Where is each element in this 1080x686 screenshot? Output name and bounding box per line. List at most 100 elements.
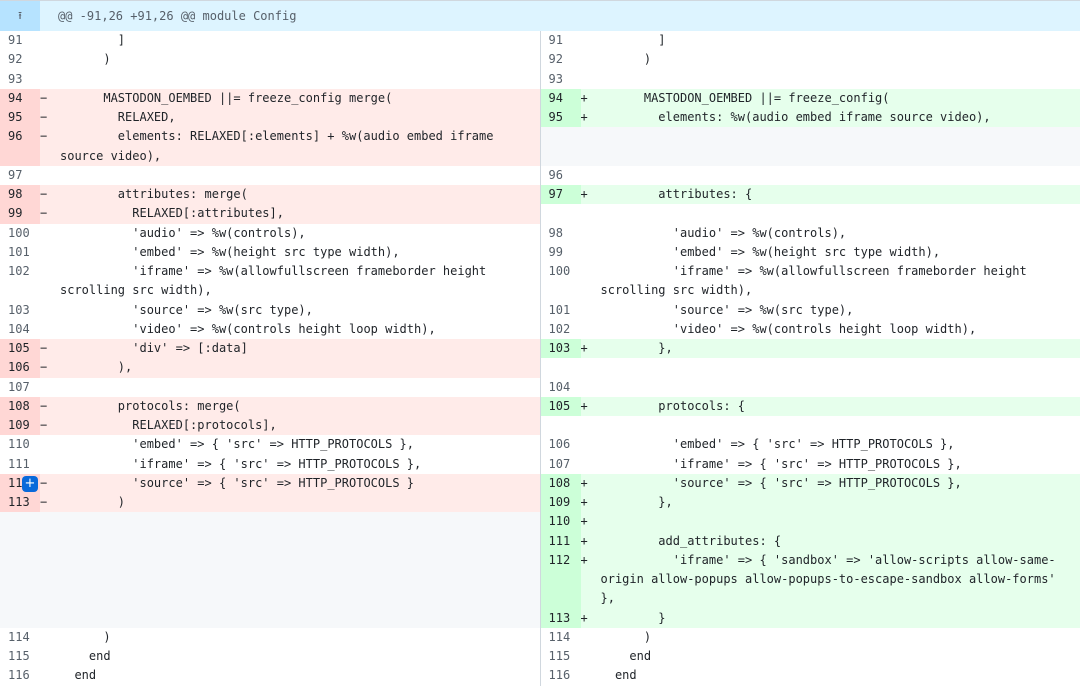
line-number[interactable]: 95 — [541, 108, 581, 127]
line-number[interactable]: 115 — [0, 647, 40, 666]
add-comment-icon[interactable]: + — [22, 476, 38, 492]
diff-line: 102 'iframe' => %w(allowfullscreen frame… — [0, 262, 540, 301]
line-number[interactable]: 102 — [541, 320, 581, 339]
diff-line: 109+ }, — [541, 493, 1080, 512]
line-number[interactable]: 111 — [0, 455, 40, 474]
code-text: ) — [60, 628, 540, 647]
line-number[interactable]: 98 — [541, 224, 581, 243]
code-text: protocols: { — [601, 397, 1080, 416]
line-number[interactable]: 99 — [0, 204, 40, 223]
hunk-header: ⭱ @@ -91,26 +91,26 @@ module Config — [0, 0, 1080, 31]
diff-sign — [581, 224, 601, 243]
line-number[interactable]: 91 — [0, 31, 40, 50]
line-number[interactable]: 104 — [0, 320, 40, 339]
line-number[interactable]: 105 — [541, 397, 581, 416]
line-number[interactable]: 96 — [541, 166, 581, 185]
line-number[interactable]: 116 — [541, 666, 581, 685]
diff-sign — [40, 512, 60, 531]
line-number[interactable]: 97 — [541, 185, 581, 204]
code-text — [601, 512, 1080, 531]
line-number[interactable]: 111 — [541, 532, 581, 551]
line-number[interactable]: 94 — [0, 89, 40, 108]
diff-sign: + — [581, 532, 601, 551]
diff-sign — [581, 243, 601, 262]
line-number[interactable]: 104 — [541, 378, 581, 397]
line-number[interactable]: 101 — [0, 243, 40, 262]
line-number[interactable]: 100 — [0, 224, 40, 243]
line-number[interactable]: 112 — [541, 551, 581, 609]
line-number[interactable]: 106 — [0, 358, 40, 377]
line-number[interactable]: 92 — [0, 50, 40, 69]
diff-line: 96 — [541, 166, 1080, 185]
diff-line: 94− MASTODON_OEMBED ||= freeze_config me… — [0, 89, 540, 108]
line-number[interactable] — [541, 127, 581, 166]
line-number[interactable]: 108 — [541, 474, 581, 493]
line-number[interactable]: 103 — [0, 301, 40, 320]
diff-line: 108− protocols: merge( — [0, 397, 540, 416]
line-number[interactable]: 91 — [541, 31, 581, 50]
line-number[interactable] — [541, 204, 581, 223]
diff-line: 97 — [0, 166, 540, 185]
line-number[interactable] — [0, 570, 40, 609]
line-number[interactable] — [0, 551, 40, 570]
line-number[interactable]: 102 — [0, 262, 40, 301]
diff-line: 92 ) — [0, 50, 540, 69]
line-number[interactable]: 114 — [541, 628, 581, 647]
diff-sign — [581, 204, 601, 223]
line-number[interactable]: 99 — [541, 243, 581, 262]
line-number[interactable]: 103 — [541, 339, 581, 358]
diff-sign — [581, 647, 601, 666]
line-number[interactable]: 106 — [541, 435, 581, 454]
diff-sign: + — [581, 397, 601, 416]
diff-sign — [40, 243, 60, 262]
line-number[interactable] — [541, 416, 581, 435]
line-number[interactable]: 105 — [0, 339, 40, 358]
line-number[interactable]: 109 — [541, 493, 581, 512]
line-number[interactable]: 110 — [0, 435, 40, 454]
diff-line: 97+ attributes: { — [541, 185, 1080, 204]
line-number[interactable]: 112+ — [0, 474, 40, 493]
line-number[interactable]: 93 — [541, 70, 581, 89]
diff-line — [541, 416, 1080, 435]
line-number[interactable]: 92 — [541, 50, 581, 69]
line-number[interactable]: 115 — [541, 647, 581, 666]
line-number[interactable]: 98 — [0, 185, 40, 204]
line-number[interactable]: 95 — [0, 108, 40, 127]
line-number[interactable] — [541, 358, 581, 377]
line-number[interactable]: 113 — [0, 493, 40, 512]
code-text: ) — [60, 493, 540, 512]
line-number[interactable]: 114 — [0, 628, 40, 647]
line-number[interactable] — [0, 532, 40, 551]
diff-line: 95+ elements: %w(audio embed iframe sour… — [541, 108, 1080, 127]
line-number[interactable]: 97 — [0, 166, 40, 185]
line-number[interactable]: 116 — [0, 666, 40, 685]
line-number[interactable]: 108 — [0, 397, 40, 416]
line-number[interactable]: 101 — [541, 301, 581, 320]
line-number[interactable]: 94 — [541, 89, 581, 108]
line-number[interactable]: 96 — [0, 127, 40, 166]
code-text: add_attributes: { — [601, 532, 1080, 551]
diff-line: 104 — [541, 378, 1080, 397]
code-text: elements: RELAXED[:elements] + %w(audio … — [60, 127, 540, 166]
diff-sign — [40, 50, 60, 69]
line-number[interactable]: 113 — [541, 609, 581, 628]
line-number[interactable]: 100 — [541, 262, 581, 301]
line-number[interactable] — [0, 609, 40, 628]
diff-sign — [581, 166, 601, 185]
diff-sign: − — [40, 416, 60, 435]
expand-up-icon[interactable]: ⭱ — [0, 1, 40, 31]
line-number[interactable]: 110 — [541, 512, 581, 531]
hunk-header-text: @@ -91,26 +91,26 @@ module Config — [40, 9, 296, 23]
diff-line: 111 'iframe' => { 'src' => HTTP_PROTOCOL… — [0, 455, 540, 474]
diff-line: 101 'source' => %w(src type), — [541, 301, 1080, 320]
line-number[interactable]: 109 — [0, 416, 40, 435]
line-number[interactable] — [0, 512, 40, 531]
line-number[interactable]: 93 — [0, 70, 40, 89]
code-text — [60, 551, 540, 570]
line-number[interactable]: 107 — [541, 455, 581, 474]
code-text: ), — [60, 358, 540, 377]
code-text: 'video' => %w(controls height loop width… — [601, 320, 1080, 339]
diff-line: 112+ 'iframe' => { 'sandbox' => 'allow-s… — [541, 551, 1080, 609]
code-text: }, — [601, 339, 1080, 358]
line-number[interactable]: 107 — [0, 378, 40, 397]
